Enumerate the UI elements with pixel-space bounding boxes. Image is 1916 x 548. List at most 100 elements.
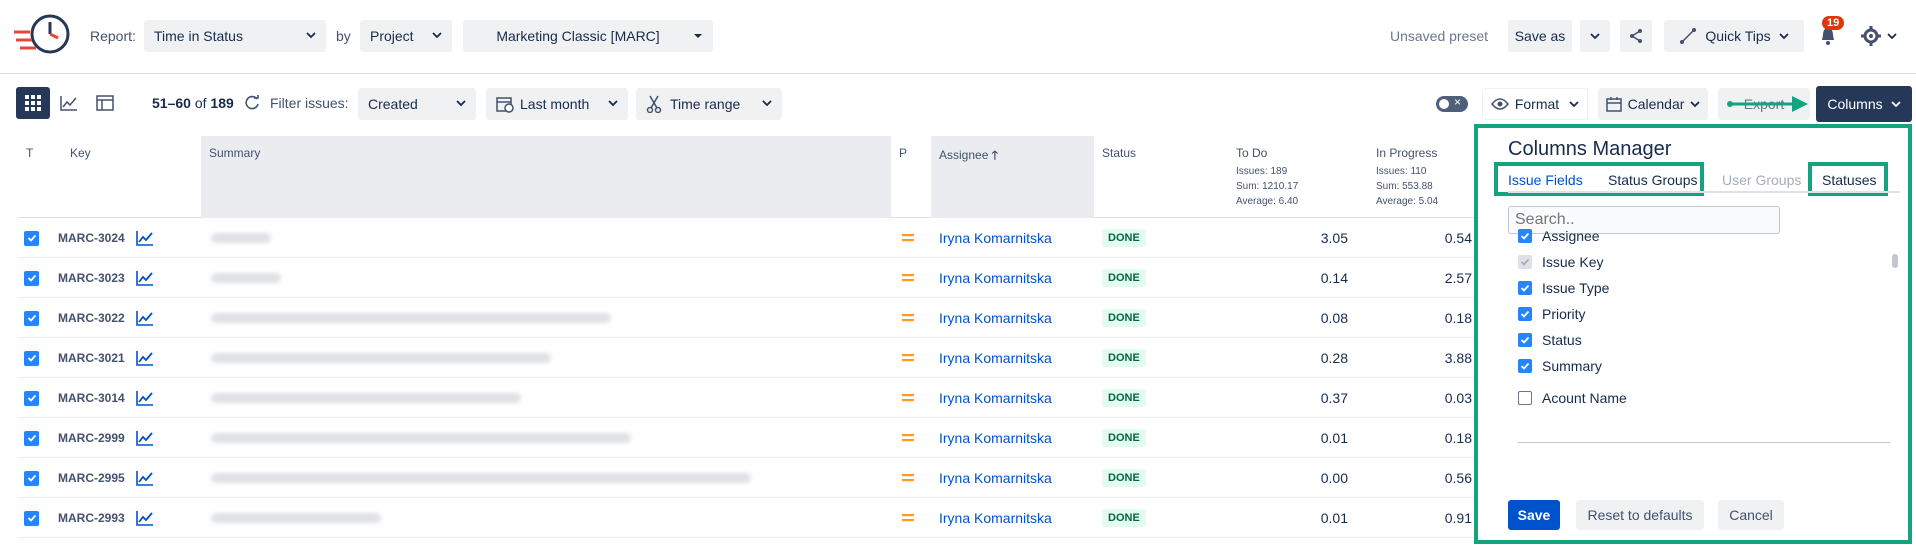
issue-key[interactable]: MARC-3024 <box>58 218 138 258</box>
row-checkbox[interactable] <box>24 258 54 298</box>
todo-value: 0.28 <box>1320 350 1348 366</box>
issue-chart-link[interactable] <box>136 338 160 378</box>
header-inprogress-sum: Sum: 553.88 <box>1376 181 1433 192</box>
checkbox-checked-icon <box>24 390 39 406</box>
table-row[interactable]: MARC-2995 Iryna Komarnitska DONE 0.00 0.… <box>18 458 1498 498</box>
header-todo-avg: Average: 6.40 <box>1236 196 1299 207</box>
layout-icon <box>96 95 114 111</box>
column-option[interactable]: Status <box>1518 330 1582 350</box>
column-option[interactable]: Acount Name <box>1518 388 1627 408</box>
header-key[interactable]: Key <box>62 136 202 218</box>
header-summary[interactable]: Summary <box>201 136 891 218</box>
table-row[interactable]: MARC-3023 Iryna Komarnitska DONE 0.14 2.… <box>18 258 1498 298</box>
filter-select[interactable]: Created <box>358 88 476 120</box>
refresh-button[interactable] <box>243 94 261 112</box>
calendar-button[interactable]: Calendar <box>1598 88 1708 120</box>
header-status[interactable]: Status <box>1094 136 1228 218</box>
report-select[interactable]: Time in Status <box>144 20 326 52</box>
table-row[interactable]: MARC-3024 Iryna Komarnitska DONE 3.05 0.… <box>18 218 1498 258</box>
issue-chart-link[interactable] <box>136 258 160 298</box>
issue-chart-link[interactable] <box>136 458 160 498</box>
cancel-button[interactable]: Cancel <box>1718 500 1784 530</box>
grid-view-button[interactable] <box>16 87 50 119</box>
layout-view-button[interactable] <box>88 87 122 119</box>
column-option[interactable]: Issue Key <box>1518 252 1603 272</box>
save-button[interactable]: Save <box>1508 500 1560 530</box>
table-row[interactable]: MARC-3022 Iryna Komarnitska DONE 0.08 0.… <box>18 298 1498 338</box>
chart-view-button[interactable] <box>52 87 86 119</box>
project-select[interactable]: Marketing Classic [MARC] <box>463 20 713 52</box>
issue-chart-link[interactable] <box>136 418 160 458</box>
issue-key[interactable]: MARC-3023 <box>58 258 138 298</box>
issue-key[interactable]: MARC-3021 <box>58 338 138 378</box>
column-option[interactable]: Priority <box>1518 304 1586 324</box>
settings-button[interactable] <box>1852 20 1906 52</box>
chevron-down-icon <box>1690 101 1701 108</box>
table-row[interactable]: MARC-3014 Iryna Komarnitska DONE 0.37 0.… <box>18 378 1498 418</box>
assignee-link[interactable]: Iryna Komarnitska <box>939 298 1099 338</box>
column-option[interactable]: Assignee <box>1518 226 1600 246</box>
issue-chart-link[interactable] <box>136 218 160 258</box>
header-assignee[interactable]: Assignee 🡑 <box>931 136 1094 218</box>
checkbox-unchecked-icon[interactable] <box>1518 391 1532 405</box>
columns-button[interactable]: Columns <box>1816 86 1912 122</box>
table-row[interactable]: MARC-2999 Iryna Komarnitska DONE 0.01 0.… <box>18 418 1498 458</box>
time-range-select[interactable]: Time range <box>636 88 782 120</box>
row-checkbox[interactable] <box>24 498 54 538</box>
header-todo[interactable]: To Do Issues: 189 Sum: 1210.17 Average: … <box>1228 136 1368 218</box>
issue-key[interactable]: MARC-2995 <box>58 458 138 498</box>
inprogress-value: 0.18 <box>1444 310 1472 326</box>
checkbox-checked-icon[interactable] <box>1518 359 1532 373</box>
issue-key[interactable]: MARC-2999 <box>58 418 138 458</box>
range-total: 189 <box>210 95 234 111</box>
issue-chart-link[interactable] <box>136 298 160 338</box>
column-option[interactable]: Summary <box>1518 356 1602 376</box>
checkbox-checked-icon[interactable] <box>1518 255 1532 269</box>
format-button[interactable]: Format <box>1482 88 1588 120</box>
issue-key[interactable]: MARC-3014 <box>58 378 138 418</box>
row-checkbox[interactable] <box>24 298 54 338</box>
reset-defaults-button[interactable]: Reset to defaults <box>1576 500 1704 530</box>
status-cell: DONE <box>1102 498 1182 538</box>
header-priority[interactable]: P <box>891 136 931 218</box>
column-option-label: Status <box>1542 332 1582 348</box>
assignee-link[interactable]: Iryna Komarnitska <box>939 218 1099 258</box>
save-as-button[interactable]: Save as <box>1508 20 1572 52</box>
row-checkbox[interactable] <box>24 378 54 418</box>
report-label: Report: <box>90 28 136 44</box>
route-icon <box>1680 28 1697 44</box>
toggle-switch[interactable]: × <box>1436 95 1468 112</box>
notifications-button[interactable]: 19 <box>1812 16 1845 52</box>
project-select-value: Marketing Classic [MARC] <box>496 28 660 44</box>
options-scrollbar[interactable] <box>1892 254 1898 268</box>
period-select[interactable]: Last month <box>486 88 628 120</box>
table-row[interactable]: MARC-2993 Iryna Komarnitska DONE 0.01 0.… <box>18 498 1498 538</box>
chevron-down-icon <box>762 100 772 107</box>
assignee-link[interactable]: Iryna Komarnitska <box>939 378 1099 418</box>
assignee-link[interactable]: Iryna Komarnitska <box>939 258 1099 298</box>
issue-chart-link[interactable] <box>136 498 160 538</box>
range-of: of <box>194 95 207 111</box>
issue-key[interactable]: MARC-2993 <box>58 498 138 538</box>
by-select[interactable]: Project <box>360 20 452 52</box>
save-as-dropdown-button[interactable] <box>1580 20 1610 52</box>
assignee-link[interactable]: Iryna Komarnitska <box>939 338 1099 378</box>
row-checkbox[interactable] <box>24 458 54 498</box>
assignee-link[interactable]: Iryna Komarnitska <box>939 458 1099 498</box>
assignee-link[interactable]: Iryna Komarnitska <box>939 498 1099 538</box>
header-type[interactable]: T <box>18 136 58 218</box>
checkbox-checked-icon[interactable] <box>1518 307 1532 321</box>
column-option[interactable]: Issue Type <box>1518 278 1609 298</box>
checkbox-checked-icon[interactable] <box>1518 229 1532 243</box>
row-checkbox[interactable] <box>24 418 54 458</box>
quick-tips-button[interactable]: Quick Tips <box>1664 20 1804 52</box>
checkbox-checked-icon[interactable] <box>1518 281 1532 295</box>
assignee-link[interactable]: Iryna Komarnitska <box>939 418 1099 458</box>
table-row[interactable]: MARC-3021 Iryna Komarnitska DONE 0.28 3.… <box>18 338 1498 378</box>
share-button[interactable] <box>1620 20 1652 52</box>
issue-chart-link[interactable] <box>136 378 160 418</box>
issue-key[interactable]: MARC-3022 <box>58 298 138 338</box>
row-checkbox[interactable] <box>24 338 54 378</box>
row-checkbox[interactable] <box>24 218 54 258</box>
checkbox-checked-icon[interactable] <box>1518 333 1532 347</box>
